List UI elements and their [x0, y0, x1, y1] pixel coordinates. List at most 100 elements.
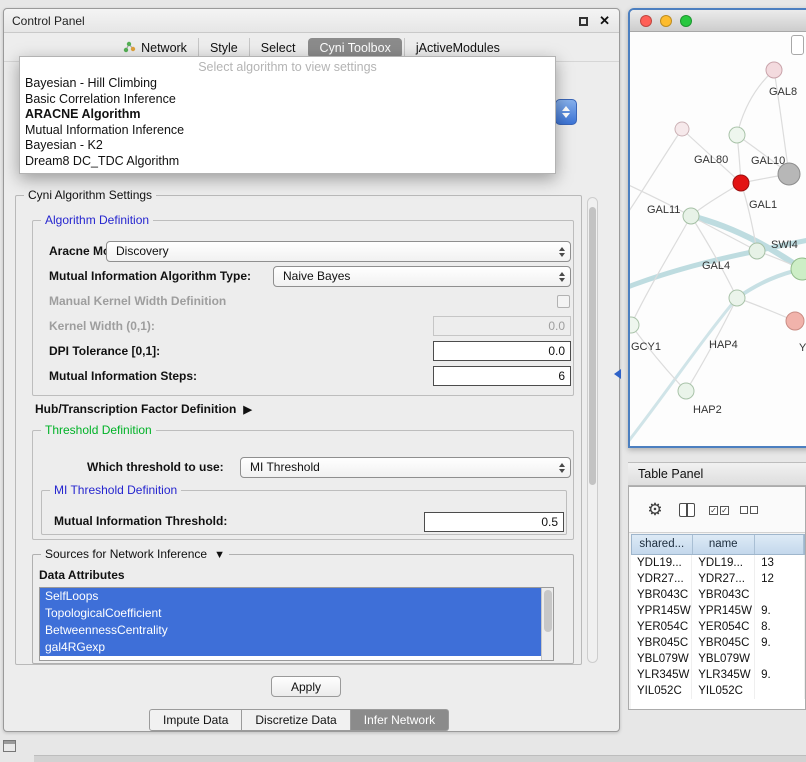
table-row[interactable]: YBR043CYBR043C — [631, 587, 805, 603]
sources-group: Sources for Network Inference▼ Data Attr… — [32, 554, 574, 664]
column-header-2[interactable]: name — [693, 535, 755, 554]
apply-button[interactable]: Apply — [271, 676, 341, 697]
network-node[interactable] — [729, 290, 745, 306]
control-panel-window: Control Panel ✕ NetworkStyleSelectCyni T… — [3, 8, 620, 732]
close-icon[interactable]: ✕ — [599, 13, 610, 29]
network-edge — [631, 325, 686, 391]
settings-scrollbar[interactable] — [587, 197, 598, 663]
mi-steps-field[interactable] — [433, 366, 571, 386]
list-scrollbar[interactable] — [541, 588, 553, 660]
attribute-item-gal4rgexp[interactable]: gal4RGexp — [40, 639, 541, 656]
gear-icon[interactable]: ⚙ — [643, 498, 667, 522]
network-graph: GAL8GAL80GAL10GAL11GAL1SWI4GAL4GCY1HAP4Y… — [630, 32, 806, 448]
table-row[interactable]: YBL079WYBL079W — [631, 651, 805, 667]
mi-type-value: Naive Bayes — [283, 269, 350, 283]
close-light[interactable] — [640, 15, 652, 27]
taskbar-window-icon[interactable] — [3, 740, 16, 752]
network-icon — [123, 41, 136, 56]
bottom-tab-discretize-data[interactable]: Discretize Data — [242, 709, 350, 731]
dropdown-item-bayesian-hill-climbing[interactable]: Bayesian - Hill Climbing — [20, 76, 555, 92]
scrollbar-thumb[interactable] — [589, 207, 596, 485]
dropdown-item-basic-correlation-inference[interactable]: Basic Correlation Inference — [20, 92, 555, 108]
attribute-rows: SelfLoopsTopologicalCoefficientBetweenne… — [40, 588, 541, 660]
which-threshold-value: MI Threshold — [250, 460, 320, 474]
network-node[interactable] — [786, 312, 804, 330]
dropdown-item-aracne-algorithm[interactable]: ARACNE Algorithm — [20, 107, 555, 123]
node-label: HAP4 — [709, 339, 738, 351]
hub-factor-expander[interactable]: Hub/Transcription Factor Definition▶ — [35, 402, 252, 416]
table-row[interactable]: YER054CYER054C8. — [631, 619, 805, 635]
tab-select[interactable]: Select — [249, 38, 307, 58]
column-header-3[interactable] — [755, 535, 804, 554]
table-cell: 13 — [755, 555, 805, 571]
algorithm-combo-stepper-icon[interactable] — [555, 99, 577, 125]
table-cell: 12 — [755, 571, 805, 587]
panel-splitter-arrow-icon[interactable] — [614, 369, 621, 379]
kernel-width-field[interactable] — [433, 316, 571, 336]
down-arrow-icon — [562, 113, 570, 118]
manual-kernel-checkbox[interactable] — [557, 295, 570, 308]
tab-jactivemodules[interactable]: jActiveModules — [404, 38, 511, 58]
bottom-tab-infer-network[interactable]: Infer Network — [351, 709, 449, 731]
tab-cyni-toolbox[interactable]: Cyni Toolbox — [308, 38, 401, 58]
network-node[interactable] — [766, 62, 782, 78]
dropdown-item-bayesian-k2[interactable]: Bayesian - K2 — [20, 138, 555, 154]
network-node[interactable] — [678, 383, 694, 399]
attribute-item-selfloops[interactable]: SelfLoops — [40, 588, 541, 605]
sources-title-label: Sources for Network Inference — [45, 547, 207, 561]
aracne-mode-value: Discovery — [116, 244, 169, 258]
up-arrow-icon — [562, 106, 570, 111]
network-node[interactable] — [733, 175, 749, 191]
combo-arrows-icon — [559, 458, 565, 477]
table-toolbar: ⚙ ✓✓ — [629, 487, 805, 533]
mi-threshold-group-title: MI Threshold Definition — [50, 483, 181, 497]
table-row[interactable]: YLR345WYLR345W9. — [631, 667, 805, 683]
dropdown-item-dream8-dc-tdc-algorithm[interactable]: Dream8 DC_TDC Algorithm — [20, 154, 555, 170]
scrollbar-thumb[interactable] — [544, 590, 552, 632]
mi-algorithm-type-combo[interactable]: Naive Bayes — [273, 266, 571, 287]
float-window-icon[interactable] — [579, 17, 588, 26]
threshold-definition-group: Threshold Definition Which threshold to … — [32, 430, 574, 540]
select-all-icon[interactable]: ✓✓ — [707, 498, 731, 522]
zoom-light[interactable] — [680, 15, 692, 27]
attribute-item-topologicalcoefficient[interactable]: TopologicalCoefficient — [40, 605, 541, 622]
control-panel-titlebar: Control Panel ✕ — [4, 9, 619, 33]
attribute-item-betweennesscentrality[interactable]: BetweennessCentrality — [40, 622, 541, 639]
sources-title[interactable]: Sources for Network Inference▼ — [41, 547, 229, 561]
dropdown-item-mutual-information-inference[interactable]: Mutual Information Inference — [20, 123, 555, 139]
network-node[interactable] — [630, 317, 639, 333]
network-node[interactable] — [683, 208, 699, 224]
table-cell: YPR145W — [692, 603, 755, 619]
bottom-tab-impute-data[interactable]: Impute Data — [149, 709, 242, 731]
columns-icon[interactable] — [675, 498, 699, 522]
network-node[interactable] — [749, 243, 765, 259]
mi-threshold-field[interactable] — [424, 512, 564, 532]
network-canvas[interactable]: GAL8GAL80GAL10GAL11GAL1SWI4GAL4GCY1HAP4Y… — [630, 32, 806, 448]
table-row[interactable]: YBR045CYBR045C9. — [631, 635, 805, 651]
node-label: HAP2 — [693, 404, 722, 416]
table-cell: YDR27... — [692, 571, 755, 587]
canvas-scroll-button[interactable] — [791, 35, 804, 55]
network-view-window: GAL8GAL80GAL10GAL11GAL1SWI4GAL4GCY1HAP4Y… — [628, 8, 806, 448]
data-attributes-label: Data Attributes — [39, 565, 125, 586]
network-edge — [630, 251, 757, 290]
dpi-tolerance-field[interactable] — [433, 341, 571, 361]
table-row[interactable]: YDL19...YDL19...13 — [631, 555, 805, 571]
network-node[interactable] — [675, 122, 689, 136]
aracne-mode-combo[interactable]: Discovery — [106, 241, 571, 262]
network-node[interactable] — [729, 127, 745, 143]
minimize-light[interactable] — [660, 15, 672, 27]
table-row[interactable]: YDR27...YDR27...12 — [631, 571, 805, 587]
node-table: shared...name YDL19...YDL19...13YDR27...… — [631, 534, 805, 709]
tab-style[interactable]: Style — [198, 38, 249, 58]
threshold-definition-title: Threshold Definition — [41, 423, 156, 437]
table-row[interactable]: YIL052CYIL052C — [631, 683, 805, 699]
node-label: GAL11 — [647, 204, 680, 216]
table-row[interactable]: YPR145WYPR145W9. — [631, 603, 805, 619]
column-header-1[interactable]: shared... — [632, 535, 693, 554]
which-threshold-combo[interactable]: MI Threshold — [240, 457, 571, 478]
deselect-all-icon[interactable] — [737, 498, 761, 522]
table-cell: YDL19... — [631, 555, 692, 571]
data-attributes-list: SelfLoopsTopologicalCoefficientBetweenne… — [39, 587, 554, 661]
table-cell: YBL079W — [692, 651, 755, 667]
